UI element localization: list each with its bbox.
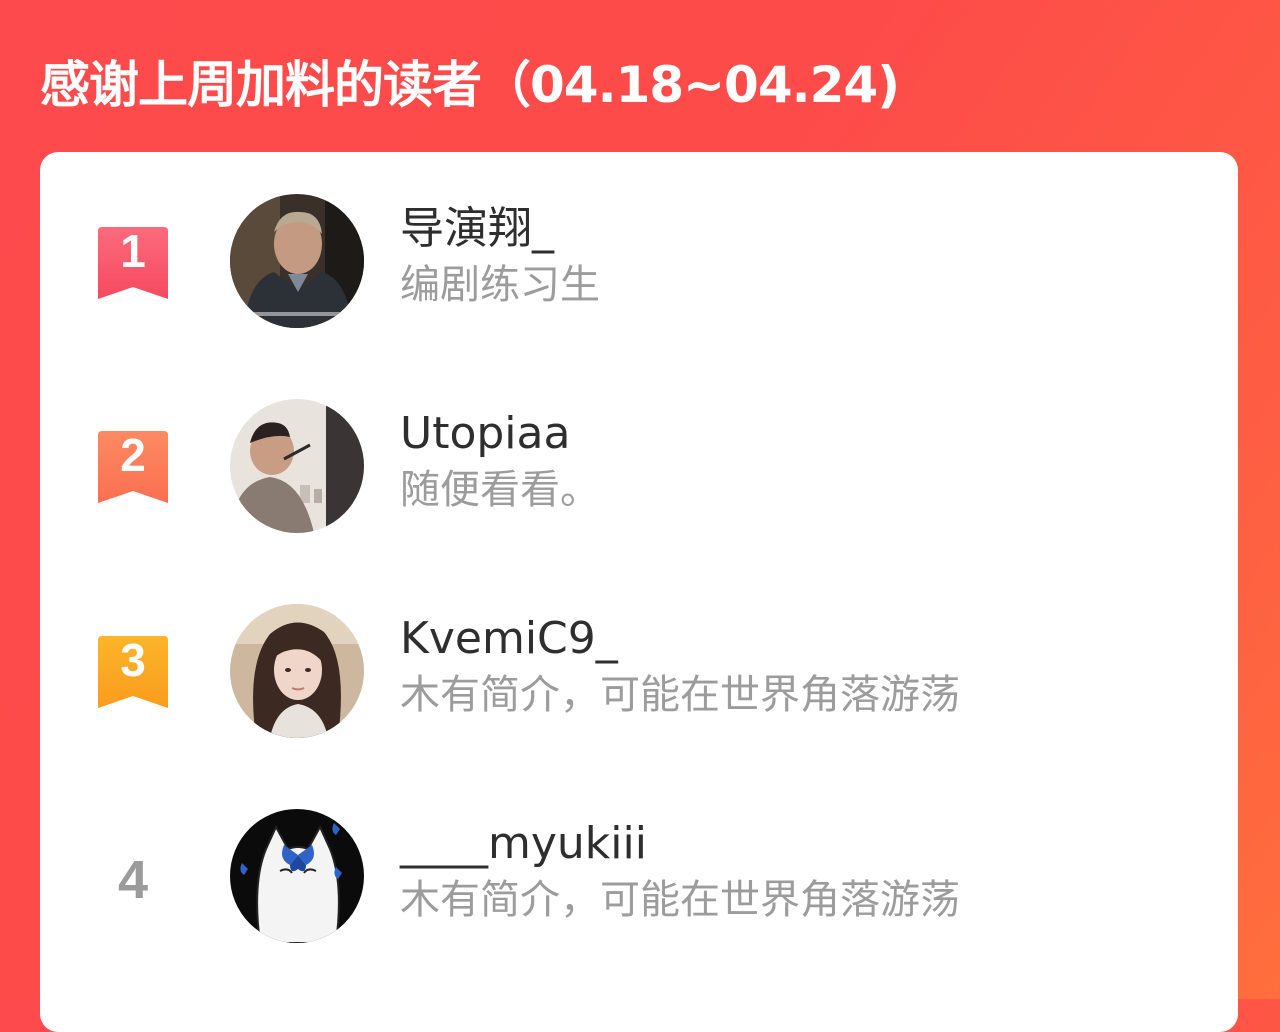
man-with-pen-avatar[interactable] — [230, 399, 364, 533]
rank-2-ribbon-icon: 2 — [98, 429, 168, 503]
reader-bio: 编剧练习生 — [400, 262, 600, 308]
rank-number: 2 — [120, 429, 146, 481]
man-in-suit-avatar[interactable] — [230, 194, 364, 328]
rank-number: 3 — [120, 634, 146, 686]
reader-row-3[interactable]: 3 KvemiC9_ 木有简介，可能在世界角落游荡 — [40, 597, 1238, 777]
reader-username[interactable]: ____myukiii — [400, 816, 647, 872]
woman-portrait-avatar[interactable] — [230, 604, 364, 738]
reader-username[interactable]: Utopiaa — [400, 406, 570, 462]
reader-username[interactable]: 导演翔_ — [400, 201, 554, 257]
rank-1-ribbon-icon: 1 — [98, 225, 168, 299]
rank-3-ribbon-icon: 3 — [98, 634, 168, 708]
reader-bio: 随便看看。 — [400, 467, 600, 513]
reader-row-2[interactable]: 2 Utopiaa 随便看看。 — [40, 392, 1238, 572]
reader-row-4[interactable]: 4 ____myukiii 木有简介，可能在世界角落游荡 — [40, 802, 1238, 982]
white-cat-butterfly-avatar[interactable] — [230, 809, 364, 943]
reader-ranking-card: 1 导演翔_ 编剧练习生 2 Utopiaa 随便看看。 3 KvemiC9_ … — [40, 152, 1238, 1032]
reader-row-1[interactable]: 1 导演翔_ 编剧练习生 — [40, 187, 1238, 367]
rank-number: 4 — [117, 850, 149, 910]
rank-number: 1 — [120, 225, 146, 277]
reader-username[interactable]: KvemiC9_ — [400, 611, 618, 667]
page-title: 感谢上周加料的读者（04.18~04.24) — [40, 56, 900, 114]
reader-bio: 木有简介，可能在世界角落游荡 — [400, 877, 960, 923]
reader-bio: 木有简介，可能在世界角落游荡 — [400, 672, 960, 718]
